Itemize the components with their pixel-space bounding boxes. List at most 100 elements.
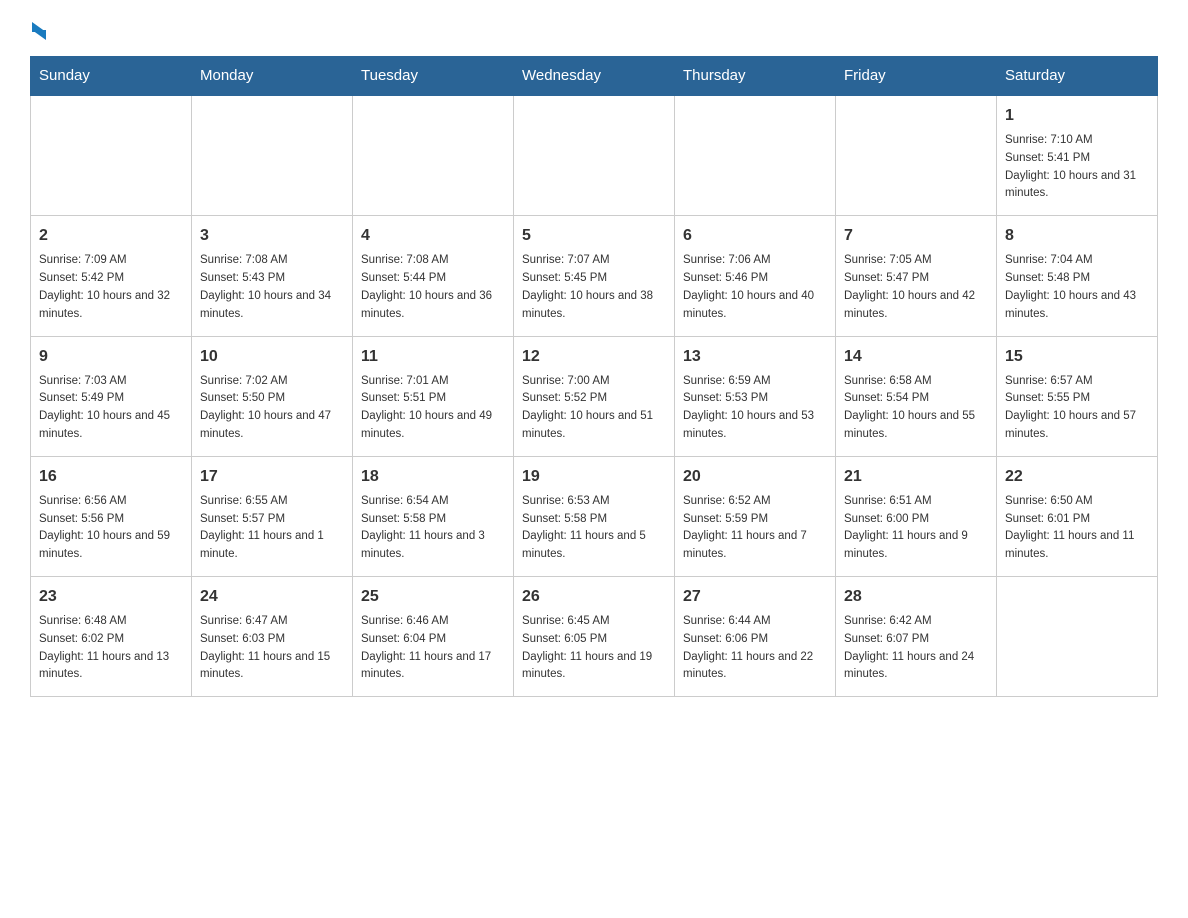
day-info: Sunrise: 6:42 AMSunset: 6:07 PMDaylight:… [844, 613, 988, 684]
day-info: Sunrise: 6:45 AMSunset: 6:05 PMDaylight:… [522, 613, 666, 684]
calendar-week-row: 23 Sunrise: 6:48 AMSunset: 6:02 PMDayligh… [31, 577, 1158, 697]
calendar-week-row: 16 Sunrise: 6:56 AMSunset: 5:56 PMDayligh… [31, 456, 1158, 576]
day-number: 16 [39, 465, 183, 489]
day-info: Sunrise: 6:50 AMSunset: 6:01 PMDaylight:… [1005, 493, 1149, 564]
calendar-cell: 28 Sunrise: 6:42 AMSunset: 6:07 PMDayligh… [836, 577, 997, 697]
weekday-header-wednesday: Wednesday [514, 57, 675, 96]
day-info: Sunrise: 6:51 AMSunset: 6:00 PMDaylight:… [844, 493, 988, 564]
calendar-cell: 6 Sunrise: 7:06 AMSunset: 5:46 PMDaylight… [675, 216, 836, 336]
calendar-cell: 19 Sunrise: 6:53 AMSunset: 5:58 PMDayligh… [514, 456, 675, 576]
day-number: 27 [683, 585, 827, 609]
day-number: 5 [522, 224, 666, 248]
day-number: 17 [200, 465, 344, 489]
day-number: 8 [1005, 224, 1149, 248]
calendar-cell [31, 95, 192, 216]
day-info: Sunrise: 7:10 AMSunset: 5:41 PMDaylight:… [1005, 132, 1149, 203]
weekday-header-thursday: Thursday [675, 57, 836, 96]
calendar-cell: 23 Sunrise: 6:48 AMSunset: 6:02 PMDayligh… [31, 577, 192, 697]
day-info: Sunrise: 7:07 AMSunset: 5:45 PMDaylight:… [522, 252, 666, 323]
calendar-cell: 20 Sunrise: 6:52 AMSunset: 5:59 PMDayligh… [675, 456, 836, 576]
calendar-header-row: SundayMondayTuesdayWednesdayThursdayFrid… [31, 57, 1158, 96]
day-info: Sunrise: 6:52 AMSunset: 5:59 PMDaylight:… [683, 493, 827, 564]
weekday-header-saturday: Saturday [997, 57, 1158, 96]
day-number: 12 [522, 345, 666, 369]
day-info: Sunrise: 6:56 AMSunset: 5:56 PMDaylight:… [39, 493, 183, 564]
weekday-header-friday: Friday [836, 57, 997, 96]
weekday-header-monday: Monday [192, 57, 353, 96]
day-number: 6 [683, 224, 827, 248]
calendar-cell: 21 Sunrise: 6:51 AMSunset: 6:00 PMDayligh… [836, 456, 997, 576]
day-info: Sunrise: 6:55 AMSunset: 5:57 PMDaylight:… [200, 493, 344, 564]
day-info: Sunrise: 7:04 AMSunset: 5:48 PMDaylight:… [1005, 252, 1149, 323]
calendar-week-row: 9 Sunrise: 7:03 AMSunset: 5:49 PMDaylight… [31, 336, 1158, 456]
day-number: 11 [361, 345, 505, 369]
day-number: 21 [844, 465, 988, 489]
day-number: 3 [200, 224, 344, 248]
day-info: Sunrise: 6:54 AMSunset: 5:58 PMDaylight:… [361, 493, 505, 564]
day-number: 20 [683, 465, 827, 489]
day-number: 23 [39, 585, 183, 609]
logo [30, 20, 46, 40]
day-info: Sunrise: 6:48 AMSunset: 6:02 PMDaylight:… [39, 613, 183, 684]
day-number: 9 [39, 345, 183, 369]
calendar-cell: 11 Sunrise: 7:01 AMSunset: 5:51 PMDayligh… [353, 336, 514, 456]
day-info: Sunrise: 7:02 AMSunset: 5:50 PMDaylight:… [200, 373, 344, 444]
day-number: 10 [200, 345, 344, 369]
calendar-cell [353, 95, 514, 216]
day-number: 24 [200, 585, 344, 609]
calendar-week-row: 2Sunrise: 7:09 AMSunset: 5:42 PMDaylight… [31, 216, 1158, 336]
calendar-cell: 8 Sunrise: 7:04 AMSunset: 5:48 PMDaylight… [997, 216, 1158, 336]
day-number: 1 [1005, 104, 1149, 128]
calendar-cell: 18 Sunrise: 6:54 AMSunset: 5:58 PMDayligh… [353, 456, 514, 576]
day-number: 28 [844, 585, 988, 609]
day-number: 15 [1005, 345, 1149, 369]
day-info: Sunrise: 6:53 AMSunset: 5:58 PMDaylight:… [522, 493, 666, 564]
day-number: 25 [361, 585, 505, 609]
calendar-cell [997, 577, 1158, 697]
day-info: Sunrise: 7:05 AMSunset: 5:47 PMDaylight:… [844, 252, 988, 323]
calendar-table: SundayMondayTuesdayWednesdayThursdayFrid… [30, 56, 1158, 697]
calendar-cell [836, 95, 997, 216]
calendar-cell: 25 Sunrise: 6:46 AMSunset: 6:04 PMDayligh… [353, 577, 514, 697]
day-number: 14 [844, 345, 988, 369]
day-info: Sunrise: 7:09 AMSunset: 5:42 PMDaylight:… [39, 252, 183, 323]
calendar-cell [514, 95, 675, 216]
calendar-cell [192, 95, 353, 216]
calendar-cell: 4 Sunrise: 7:08 AMSunset: 5:44 PMDaylight… [353, 216, 514, 336]
day-number: 19 [522, 465, 666, 489]
day-number: 13 [683, 345, 827, 369]
calendar-cell: 24 Sunrise: 6:47 AMSunset: 6:03 PMDayligh… [192, 577, 353, 697]
calendar-week-row: 1 Sunrise: 7:10 AMSunset: 5:41 PMDaylight… [31, 95, 1158, 216]
day-info: Sunrise: 6:58 AMSunset: 5:54 PMDaylight:… [844, 373, 988, 444]
page-header [30, 20, 1158, 40]
day-info: Sunrise: 7:08 AMSunset: 5:44 PMDaylight:… [361, 252, 505, 323]
calendar-cell: 7 Sunrise: 7:05 AMSunset: 5:47 PMDaylight… [836, 216, 997, 336]
weekday-header-tuesday: Tuesday [353, 57, 514, 96]
calendar-cell: 12 Sunrise: 7:00 AMSunset: 5:52 PMDayligh… [514, 336, 675, 456]
calendar-cell: 15Sunrise: 6:57 AMSunset: 5:55 PMDayligh… [997, 336, 1158, 456]
calendar-cell: 2Sunrise: 7:09 AMSunset: 5:42 PMDaylight… [31, 216, 192, 336]
day-info: Sunrise: 6:47 AMSunset: 6:03 PMDaylight:… [200, 613, 344, 684]
day-info: Sunrise: 7:01 AMSunset: 5:51 PMDaylight:… [361, 373, 505, 444]
day-number: 4 [361, 224, 505, 248]
calendar-cell [675, 95, 836, 216]
day-number: 18 [361, 465, 505, 489]
day-info: Sunrise: 7:00 AMSunset: 5:52 PMDaylight:… [522, 373, 666, 444]
day-number: 22 [1005, 465, 1149, 489]
day-info: Sunrise: 7:08 AMSunset: 5:43 PMDaylight:… [200, 252, 344, 323]
calendar-cell: 14 Sunrise: 6:58 AMSunset: 5:54 PMDayligh… [836, 336, 997, 456]
calendar-cell: 13 Sunrise: 6:59 AMSunset: 5:53 PMDayligh… [675, 336, 836, 456]
calendar-cell: 26 Sunrise: 6:45 AMSunset: 6:05 PMDayligh… [514, 577, 675, 697]
calendar-cell: 22 Sunrise: 6:50 AMSunset: 6:01 PMDayligh… [997, 456, 1158, 576]
day-info: Sunrise: 6:59 AMSunset: 5:53 PMDaylight:… [683, 373, 827, 444]
day-info: Sunrise: 6:46 AMSunset: 6:04 PMDaylight:… [361, 613, 505, 684]
day-info: Sunrise: 6:44 AMSunset: 6:06 PMDaylight:… [683, 613, 827, 684]
calendar-cell: 1 Sunrise: 7:10 AMSunset: 5:41 PMDaylight… [997, 95, 1158, 216]
calendar-cell: 3 Sunrise: 7:08 AMSunset: 5:43 PMDaylight… [192, 216, 353, 336]
day-number: 26 [522, 585, 666, 609]
calendar-cell: 17 Sunrise: 6:55 AMSunset: 5:57 PMDayligh… [192, 456, 353, 576]
calendar-cell: 27 Sunrise: 6:44 AMSunset: 6:06 PMDayligh… [675, 577, 836, 697]
day-info: Sunrise: 7:03 AMSunset: 5:49 PMDaylight:… [39, 373, 183, 444]
day-info: Sunrise: 7:06 AMSunset: 5:46 PMDaylight:… [683, 252, 827, 323]
day-number: 7 [844, 224, 988, 248]
